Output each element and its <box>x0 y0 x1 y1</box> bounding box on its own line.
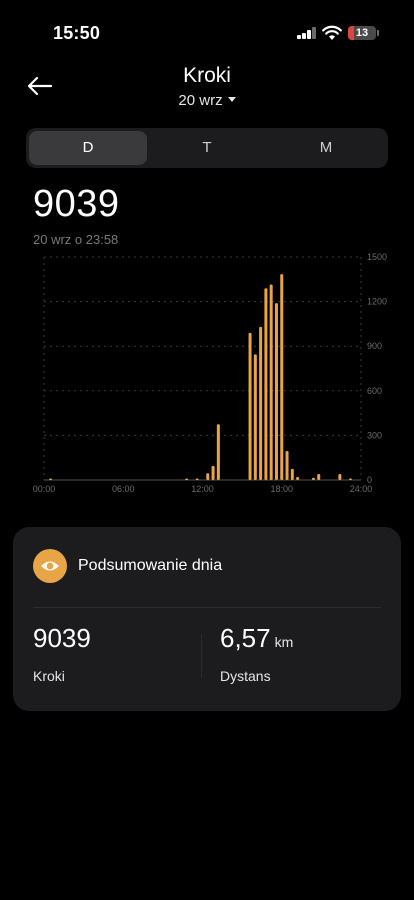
battery-percent: 13 <box>355 27 369 39</box>
chart-bar <box>49 478 53 480</box>
divider <box>33 607 381 608</box>
battery-icon: 13 <box>348 26 376 40</box>
chart-bar <box>216 424 220 480</box>
chart-bar <box>211 465 215 480</box>
chart-bar <box>285 451 289 480</box>
eye-icon <box>33 549 67 583</box>
daily-summary-card: Podsumowanie dnia 9039 Kroki 6,57 km Dyst… <box>13 527 401 711</box>
chart-bar <box>264 288 268 480</box>
tab-month[interactable]: M <box>267 131 385 165</box>
x-tick-label: 06:00 <box>112 484 135 494</box>
date-selector-label: 20 wrz <box>178 92 223 109</box>
distance-label: Dystans <box>220 668 271 684</box>
x-tick-label: 18:00 <box>270 484 293 494</box>
chart-bar <box>280 274 284 480</box>
distance-unit: km <box>274 634 294 650</box>
status-bar: 15:50 13 <box>0 0 414 60</box>
date-selector[interactable]: 20 wrz <box>0 92 414 109</box>
distance-value-group: 6,57 km <box>220 623 293 654</box>
wifi-icon <box>322 25 342 40</box>
cellular-signal-icon <box>297 27 317 39</box>
chart-bar <box>317 474 321 480</box>
chart-bar <box>253 354 257 480</box>
chart-bar <box>348 478 352 480</box>
x-tick-label: 24:00 <box>350 484 373 494</box>
steps-label: Kroki <box>33 668 65 684</box>
chart-bar <box>269 284 273 480</box>
chart-bar <box>290 468 294 480</box>
y-tick-label: 900 <box>367 341 382 351</box>
y-tick-label: 1200 <box>367 297 387 307</box>
tab-day[interactable]: D <box>29 131 147 165</box>
chart-bar <box>259 326 263 480</box>
distance-value: 6,57 <box>220 623 271 653</box>
chart-bar <box>311 477 315 480</box>
y-tick-label: 1500 <box>367 252 387 262</box>
last-updated-timestamp: 20 wrz o 23:58 <box>33 232 119 247</box>
page-title: Kroki <box>183 64 231 87</box>
x-tick-label: 00:00 <box>33 484 56 494</box>
x-tick-label: 12:00 <box>191 484 214 494</box>
chart-bar <box>206 473 210 480</box>
y-tick-label: 600 <box>367 386 382 396</box>
chart-bar <box>274 303 278 480</box>
chart-bar <box>248 332 252 480</box>
period-selector: D T M <box>26 128 388 168</box>
tab-week[interactable]: T <box>148 131 266 165</box>
steps-total: 9039 <box>33 183 120 225</box>
steps-bar-chart: 03006009001200150000:00 06:00 12:00 18:00 24… <box>33 252 387 494</box>
chart-bar <box>338 474 342 480</box>
stat-divider <box>201 635 202 677</box>
chart-bar <box>185 478 189 480</box>
steps-value: 9039 <box>33 623 91 653</box>
chart-bar <box>296 477 300 480</box>
battery-cap <box>377 30 379 36</box>
status-time: 15:50 <box>53 23 101 43</box>
caret-down-icon <box>227 97 236 102</box>
summary-title: Podsumowanie dnia <box>78 557 223 574</box>
y-tick-label: 300 <box>367 430 382 440</box>
chart-bar <box>195 478 199 480</box>
